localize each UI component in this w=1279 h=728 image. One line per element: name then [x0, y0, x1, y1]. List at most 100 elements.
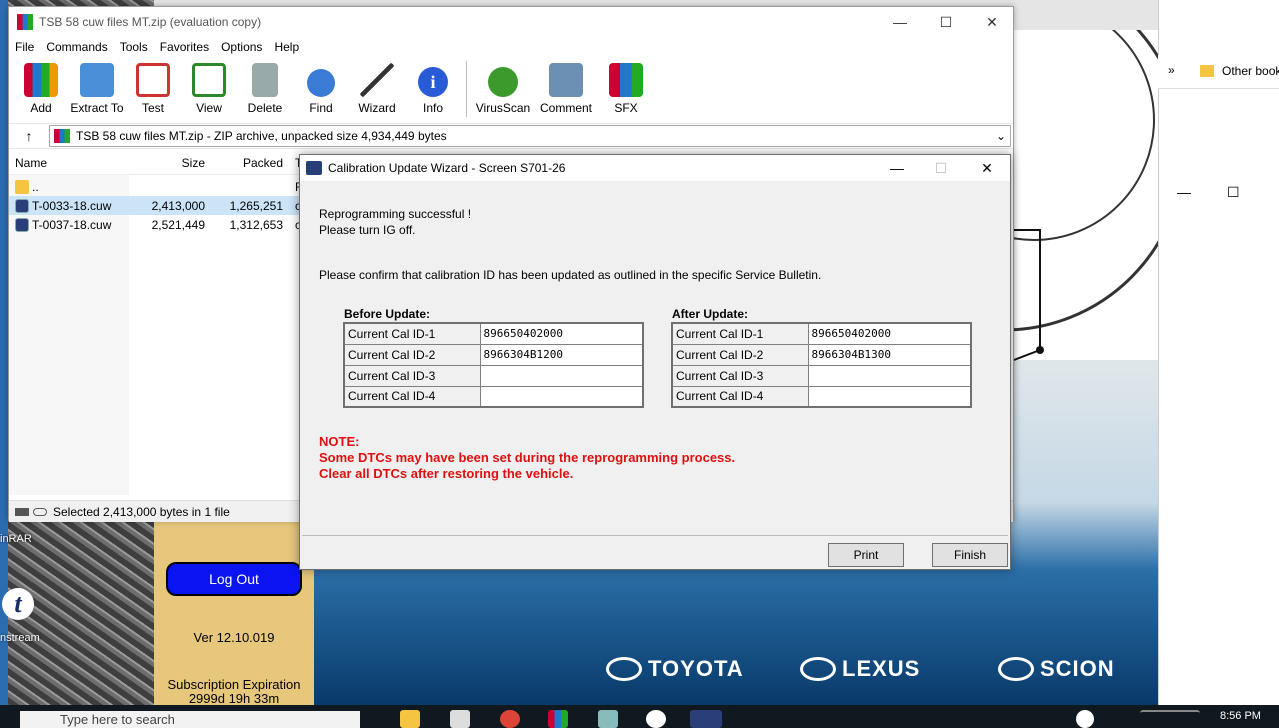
- desktop-label-stream[interactable]: nstream: [0, 632, 40, 644]
- lexus-emblem-icon: [800, 657, 836, 681]
- virusscan-button[interactable]: VirusScan: [472, 59, 534, 119]
- wand-icon: [360, 63, 394, 97]
- address-text: TSB 58 cuw files MT.zip - ZIP archive, u…: [76, 129, 447, 143]
- help-icon[interactable]: [1076, 710, 1094, 728]
- cuw-taskbar-icon[interactable]: [690, 710, 722, 728]
- dialog-separator: [302, 535, 1008, 536]
- menu-file[interactable]: File: [15, 40, 34, 54]
- winrar-title: TSB 58 cuw files MT.zip (evaluation copy…: [39, 15, 262, 29]
- table-row: Current Cal ID-1 896650402000: [671, 322, 972, 345]
- view-button[interactable]: View: [181, 59, 237, 119]
- bookmark-other[interactable]: Other book: [1222, 64, 1279, 78]
- folder-icon: [1200, 65, 1214, 77]
- success-message: Reprogramming successful !: [319, 207, 472, 221]
- magnifier-icon: [307, 69, 335, 97]
- wizard-button[interactable]: Wizard: [349, 59, 405, 119]
- version-text: Ver 12.10.019: [193, 630, 275, 645]
- table-row: Current Cal ID-4: [343, 385, 644, 408]
- file-list-header: Name Size Packed T: [9, 151, 309, 175]
- column-packed[interactable]: Packed: [205, 156, 283, 170]
- browser-bookmarks-bar: » Other book: [1158, 55, 1279, 89]
- maximize-button[interactable]: ☐: [923, 7, 969, 37]
- cuw-file-icon: [15, 198, 29, 213]
- clipboard-test-icon: [136, 63, 170, 97]
- cuw-app-icon: [306, 161, 322, 175]
- sfx-icon: [609, 63, 643, 97]
- minimize-button[interactable]: —: [874, 155, 920, 181]
- desktop-teamviewer-icon[interactable]: t: [2, 588, 34, 620]
- scion-logo: SCION: [998, 656, 1115, 682]
- up-arrow-icon[interactable]: ↑: [9, 128, 49, 144]
- ig-off-message: Please turn IG off.: [319, 223, 416, 237]
- note-line-1: Some DTCs may have been set during the r…: [319, 450, 736, 465]
- menu-favorites[interactable]: Favorites: [160, 40, 209, 54]
- after-update-table: Current Cal ID-1 896650402000 Current Cal…: [671, 322, 972, 408]
- table-row[interactable]: T-0037-18.cuw 2,521,449 1,312,653 c: [9, 215, 309, 234]
- folder-extract-icon: [80, 63, 114, 97]
- key-icon: [33, 507, 47, 516]
- close-button[interactable]: ✕: [964, 155, 1010, 181]
- lexus-logo: LEXUS: [800, 656, 920, 682]
- dialog-title: Calibration Update Wizard - Screen S701-…: [328, 161, 566, 175]
- chevron-down-icon[interactable]: ⌄: [992, 129, 1010, 143]
- column-size[interactable]: Size: [129, 156, 205, 170]
- teamviewer-taskbar-icon[interactable]: [646, 710, 666, 728]
- minimize-button[interactable]: —: [877, 7, 923, 37]
- menu-help[interactable]: Help: [274, 40, 299, 54]
- extract-to-button[interactable]: Extract To: [69, 59, 125, 119]
- delete-button[interactable]: Delete: [237, 59, 293, 119]
- table-row: Current Cal ID-4: [671, 385, 972, 408]
- column-name[interactable]: Name: [9, 156, 129, 170]
- subscription-label: Subscription Expiration: [167, 677, 301, 692]
- menu-options[interactable]: Options: [221, 40, 262, 54]
- winrar-taskbar-icon[interactable]: [548, 710, 568, 728]
- finish-button[interactable]: Finish: [932, 543, 1008, 567]
- bookmarks-overflow-button[interactable]: »: [1168, 63, 1175, 77]
- subscription-value: 2999d 19h 33m: [188, 691, 280, 706]
- app-taskbar-icon[interactable]: [598, 710, 618, 728]
- bug-icon: [488, 67, 518, 97]
- winrar-app-icon: [17, 14, 33, 30]
- store-icon[interactable]: [450, 710, 470, 728]
- winrar-menubar: File Commands Tools Favorites Options He…: [9, 37, 1013, 57]
- note-line-2: Clear all DTCs after restoring the vehic…: [319, 466, 574, 481]
- chrome-icon[interactable]: [500, 710, 520, 728]
- browser-window-secondary: ☐ —: [1158, 180, 1279, 705]
- zip-archive-icon: [54, 129, 70, 143]
- logout-button[interactable]: Log Out: [166, 562, 302, 596]
- table-row: Current Cal ID-1 896650402000: [343, 322, 644, 345]
- sfx-button[interactable]: SFX: [598, 59, 654, 119]
- taskbar-search-input[interactable]: Type here to search: [20, 711, 360, 728]
- info-icon: i: [418, 67, 448, 97]
- cuw-file-icon: [15, 217, 29, 232]
- folder-icon: [15, 179, 29, 194]
- taskbar-clock[interactable]: 8:56 PM: [1220, 710, 1261, 722]
- menu-tools[interactable]: Tools: [120, 40, 148, 54]
- books-icon: [24, 63, 58, 97]
- toyota-logo: TOYOTA: [606, 656, 744, 682]
- close-button[interactable]: ✕: [969, 7, 1015, 37]
- book-view-icon: [192, 63, 226, 97]
- dialog-titlebar: Calibration Update Wizard - Screen S701-…: [300, 155, 1010, 181]
- print-button[interactable]: Print: [828, 543, 904, 567]
- file-explorer-icon[interactable]: [400, 710, 420, 728]
- system-tray-icons[interactable]: [1140, 710, 1200, 728]
- table-row: Current Cal ID-2 8966304B1200: [343, 343, 644, 366]
- before-update-header: Before Update:: [344, 307, 431, 321]
- before-update-table: Current Cal ID-1 896650402000 Current Cal…: [343, 322, 644, 408]
- table-row[interactable]: T-0033-18.cuw 2,413,000 1,265,251 c: [9, 196, 309, 215]
- test-button[interactable]: Test: [125, 59, 181, 119]
- minimize-icon[interactable]: —: [1177, 184, 1191, 200]
- desktop-label-winrar[interactable]: inRAR: [0, 533, 32, 545]
- menu-commands[interactable]: Commands: [46, 40, 107, 54]
- add-button[interactable]: Add: [13, 59, 69, 119]
- status-text: Selected 2,413,000 bytes in 1 file: [53, 504, 230, 519]
- find-button[interactable]: Find: [293, 59, 349, 119]
- table-row[interactable]: .. F: [9, 177, 309, 196]
- winrar-toolbar: Add Extract To Test View Delete Find Wiz…: [9, 59, 1013, 123]
- info-button[interactable]: i Info: [405, 59, 461, 119]
- maximize-icon[interactable]: ☐: [1227, 184, 1240, 201]
- address-box[interactable]: TSB 58 cuw files MT.zip - ZIP archive, u…: [49, 125, 1011, 147]
- trash-icon: [252, 63, 278, 97]
- comment-button[interactable]: Comment: [534, 59, 598, 119]
